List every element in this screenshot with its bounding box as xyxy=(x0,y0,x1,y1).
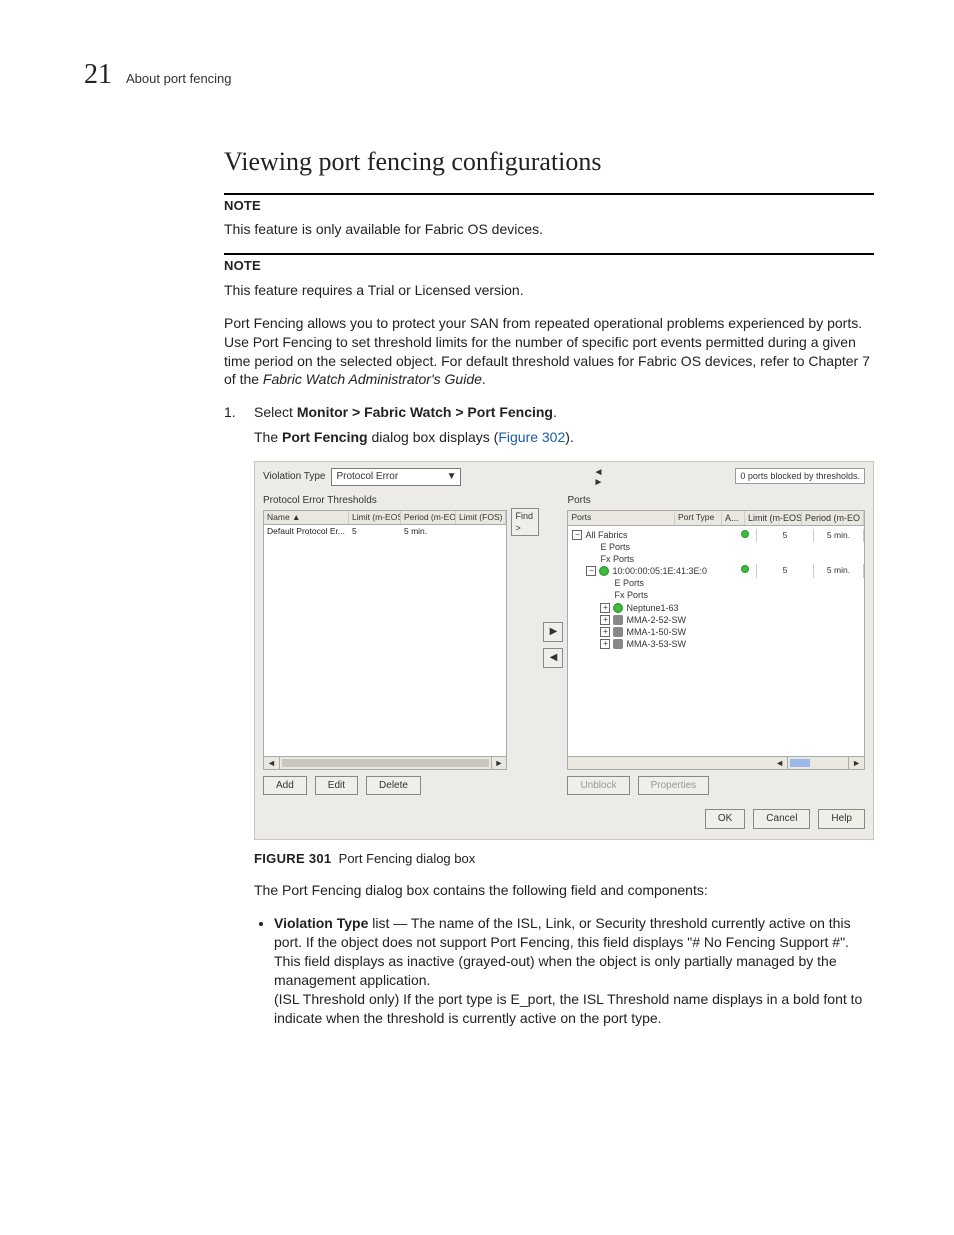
figure-caption: FIGURE 301 Port Fencing dialog box xyxy=(254,850,874,868)
page-header: 21 About port fencing xyxy=(84,56,874,94)
col-limit-fos[interactable]: Limit (FOS) xyxy=(456,511,506,524)
col-name[interactable]: Name ▲ xyxy=(264,511,349,524)
col-status[interactable]: A... xyxy=(722,511,745,525)
section-title: Viewing port fencing configurations xyxy=(224,144,874,179)
divider xyxy=(224,253,874,255)
expand-icon[interactable]: + xyxy=(600,627,610,637)
bullet-list: Violation Type list — The name of the IS… xyxy=(254,914,874,1027)
collapse-icon[interactable]: − xyxy=(572,530,582,540)
note-label: NOTE xyxy=(224,197,874,215)
page-number: 21 xyxy=(84,56,112,94)
delete-button[interactable]: Delete xyxy=(366,776,421,796)
scroll-left-icon[interactable]: ◄ xyxy=(264,757,280,769)
scroll-right-icon[interactable]: ► xyxy=(848,757,864,769)
body-text: The Port Fencing dialog box contains the… xyxy=(254,881,874,900)
violation-type-select[interactable]: Protocol Error ▼ xyxy=(331,468,461,486)
expand-icon[interactable]: + xyxy=(600,639,610,649)
col-limit-meos[interactable]: Limit (m-EOS) xyxy=(745,511,802,525)
col-port-type[interactable]: Port Type xyxy=(675,511,722,525)
properties-button[interactable]: Properties xyxy=(638,776,710,796)
edit-button[interactable]: Edit xyxy=(315,776,358,796)
ports-tree-table[interactable]: Ports Port Type A... Limit (m-EOS) Perio… xyxy=(567,510,865,770)
help-button[interactable]: Help xyxy=(818,809,865,829)
find-button[interactable]: Find > xyxy=(511,508,539,536)
switch-icon xyxy=(613,639,623,649)
list-item: Violation Type list — The name of the IS… xyxy=(274,914,874,1027)
table-row[interactable]: Default Protocol Er... 5 5 min. xyxy=(264,525,506,538)
col-period-meos[interactable]: Period (m-EO xyxy=(802,511,864,525)
figure-link[interactable]: Figure 302 xyxy=(498,429,565,445)
ports-title: Ports xyxy=(567,494,865,508)
ports-tree[interactable]: −All Fabrics E Ports Fx Ports −10:00:00:… xyxy=(568,526,734,756)
note-label: NOTE xyxy=(224,257,874,275)
switch-icon xyxy=(613,615,623,625)
add-button[interactable]: Add xyxy=(263,776,307,796)
collapse-icon[interactable]: − xyxy=(586,566,596,576)
divider xyxy=(224,193,874,195)
step-1: 1. Select Monitor > Fabric Watch > Port … xyxy=(224,403,874,1035)
cancel-button[interactable]: Cancel xyxy=(753,809,810,829)
move-left-button[interactable]: ◀ xyxy=(543,648,563,668)
breadcrumb: About port fencing xyxy=(126,70,232,88)
port-fencing-dialog: Violation Type Protocol Error ▼ ◄ ► 0 po… xyxy=(254,461,874,840)
col-ports[interactable]: Ports xyxy=(568,511,675,525)
status-ok-icon xyxy=(741,565,749,573)
expand-icon[interactable]: + xyxy=(600,603,610,613)
switch-icon xyxy=(613,603,623,613)
scroll-right-icon[interactable]: ► xyxy=(491,757,507,769)
thresholds-table[interactable]: Name ▲ Limit (m-EOS) Period (m-EOS) Limi… xyxy=(263,510,507,770)
switch-icon xyxy=(613,627,623,637)
status-ok-icon xyxy=(741,530,749,538)
unblock-button[interactable]: Unblock xyxy=(567,776,629,796)
fabric-icon xyxy=(599,566,609,576)
chevron-down-icon: ▼ xyxy=(447,470,457,484)
expand-icon[interactable]: + xyxy=(600,615,610,625)
step-result: The Port Fencing dialog box displays (Fi… xyxy=(254,428,874,447)
blocked-ports-status: 0 ports blocked by thresholds. xyxy=(735,468,865,484)
scroll-left-icon[interactable]: ◄ xyxy=(772,757,788,769)
note-text: This feature requires a Trial or License… xyxy=(224,281,874,300)
col-period-meos[interactable]: Period (m-EOS) xyxy=(401,511,456,524)
step-instruction: Select Monitor > Fabric Watch > Port Fen… xyxy=(254,403,874,422)
scroll-right-icon[interactable]: ► xyxy=(593,477,603,488)
ok-button[interactable]: OK xyxy=(705,809,745,829)
intro-paragraph: Port Fencing allows you to protect your … xyxy=(224,314,874,390)
note-text: This feature is only available for Fabri… xyxy=(224,220,874,239)
col-limit-meos[interactable]: Limit (m-EOS) xyxy=(349,511,401,524)
move-right-button[interactable]: ▶ xyxy=(543,622,563,642)
thresholds-title: Protocol Error Thresholds xyxy=(263,494,507,508)
violation-type-label: Violation Type xyxy=(263,470,325,484)
step-number: 1. xyxy=(224,403,242,1035)
